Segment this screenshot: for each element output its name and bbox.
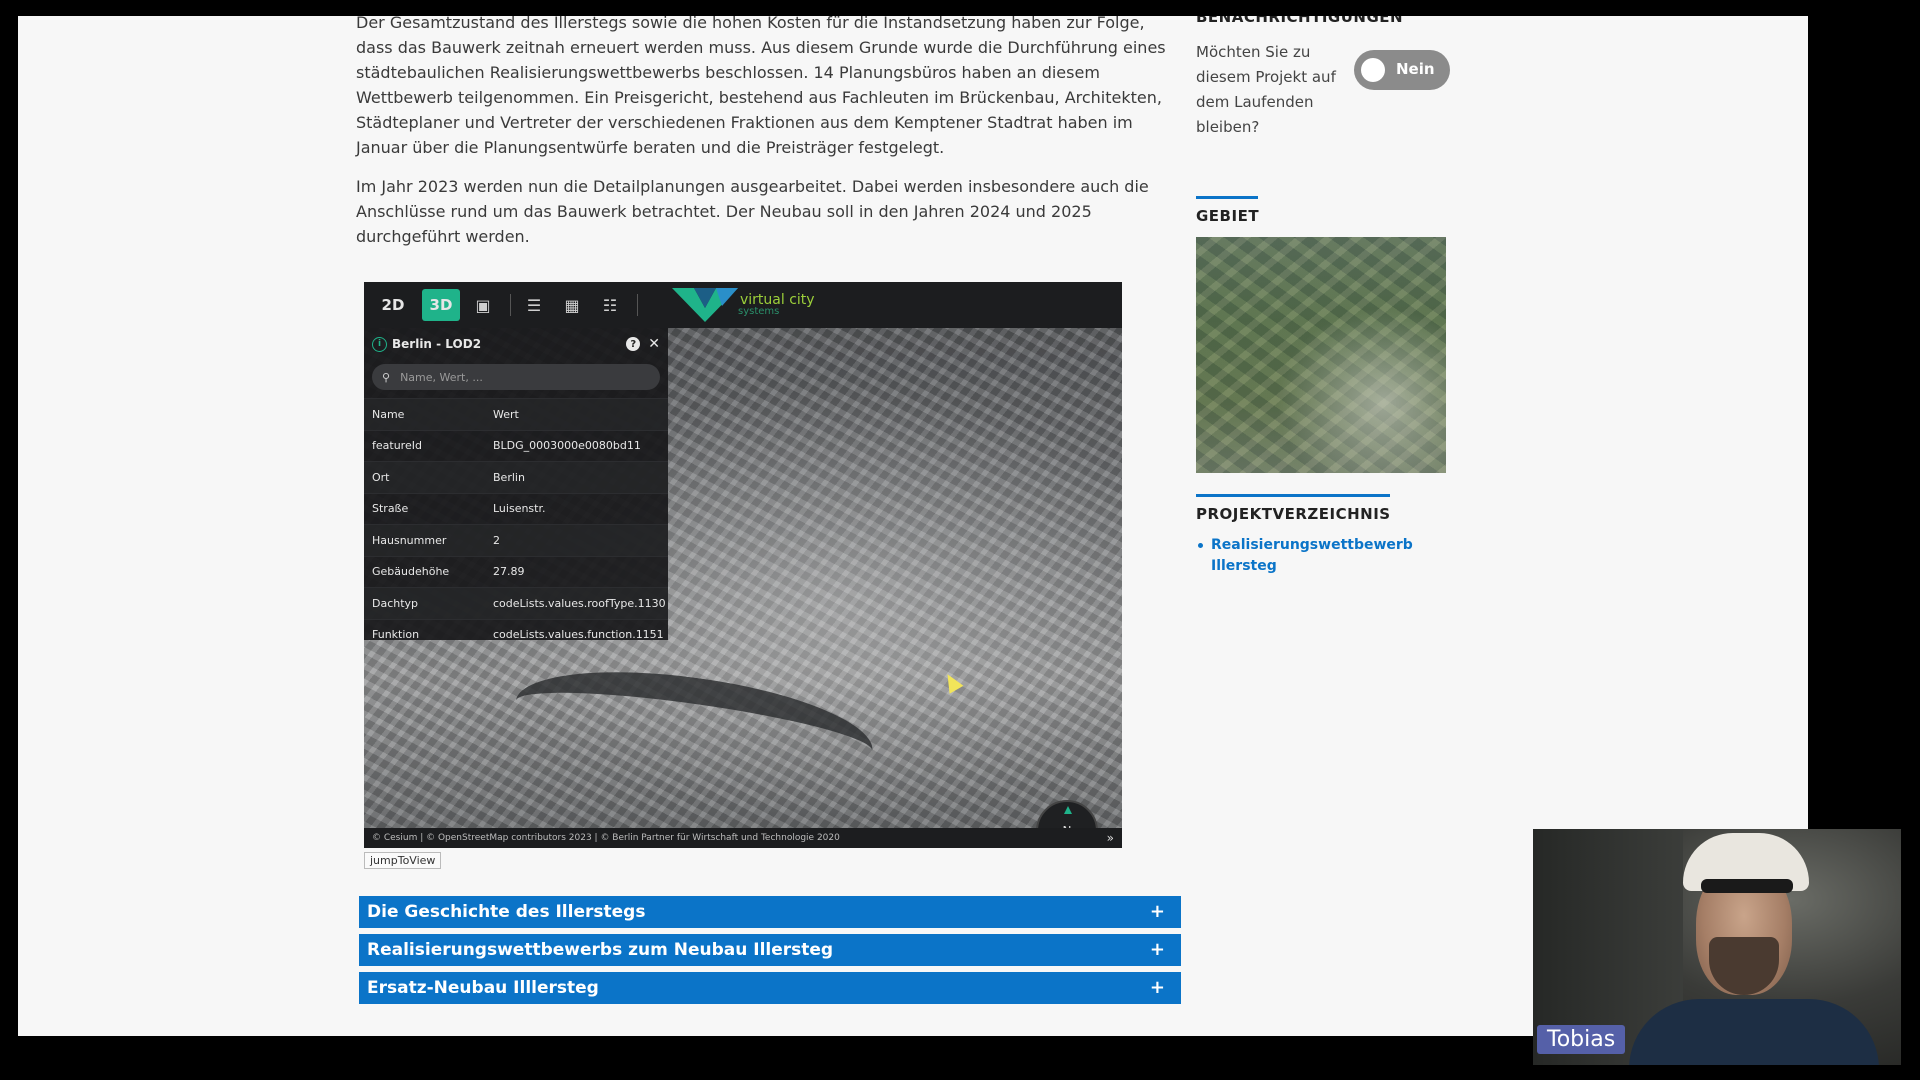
table-row: Funktion codeLists.values.function.1151: [364, 618, 668, 651]
article-paragraph: Der Gesamtzustand des Illerstegs sowie d…: [356, 16, 1166, 157]
section-accent-bar: [1196, 196, 1258, 199]
layers-icon[interactable]: ☰: [519, 289, 549, 321]
mouse-cursor-icon: [940, 670, 964, 694]
toggle-label: Nein: [1396, 60, 1435, 78]
river: [509, 653, 879, 799]
table-row: Dachtyp codeLists.values.roofType.1130: [364, 587, 668, 619]
row-value: BLDG_0003000e0080bd11: [493, 439, 641, 453]
accordion-history[interactable]: Die Geschichte des Illerstegs +: [359, 896, 1181, 928]
accordion-label: Realisierungswettbewerbs zum Neubau Ille…: [367, 940, 834, 960]
help-icon[interactable]: ?: [626, 337, 641, 351]
table-header: Name Wert: [364, 398, 668, 430]
panel-title: Berlin - LOD2: [392, 337, 482, 351]
row-value: 2: [493, 533, 500, 547]
row-key: Dachtyp: [372, 596, 419, 610]
table-row: Hausnummer 2: [364, 524, 668, 556]
info-icon: i: [372, 336, 387, 352]
feature-info-panel: i Berlin - LOD2 ? ✕ ⚲ Name, Wert, ... Na…: [364, 328, 668, 641]
webcam-person-body: [1629, 999, 1879, 1065]
article-paragraph: Im Jahr 2023 werden nun die Detailplanun…: [356, 177, 1149, 246]
accordion-competition[interactable]: Realisierungswettbewerbs zum Neubau Ille…: [359, 934, 1181, 966]
accordion-new-construction[interactable]: Ersatz-Neubau Illlersteg +: [359, 972, 1181, 1004]
row-value: codeLists.values.roofType.1130: [493, 596, 666, 610]
area-aerial-image[interactable]: [1196, 237, 1446, 473]
row-value: Luisenstr.: [493, 502, 546, 516]
virtual-city-logo: virtual city systems: [672, 288, 815, 322]
row-key: Ort: [372, 470, 390, 484]
table-row: Straße Luisenstr.: [364, 492, 668, 525]
toolbar-divider: [637, 294, 638, 316]
search-icon: ⚲: [382, 370, 391, 384]
row-key: Hausnummer: [372, 533, 447, 547]
chevron-right-icon[interactable]: »: [1107, 828, 1114, 848]
area-section: GEBIET: [1196, 196, 1259, 225]
row-key: Gebäudehöhe: [372, 565, 450, 579]
column-header-name: Name: [372, 407, 405, 421]
image-icon[interactable]: ▣: [468, 289, 498, 321]
legend-icon[interactable]: ☷: [595, 289, 625, 321]
row-value: 27.89: [493, 565, 525, 579]
map-attribution: © Cesium | © OpenStreetMap contributors …: [364, 828, 1122, 848]
row-value: Berlin: [493, 470, 525, 484]
3d-map-viewer[interactable]: 2D 3D ▣ ☰ ▦ ☷ virtual city systems i Ber…: [364, 282, 1122, 848]
toggle-knob: [1361, 58, 1385, 82]
jump-to-view-button[interactable]: jumpToView: [364, 852, 442, 869]
accordion-label: Ersatz-Neubau Illlersteg: [367, 978, 599, 998]
table-row: Ort Berlin: [364, 461, 668, 493]
plus-icon: +: [1149, 901, 1165, 922]
accordion-label: Die Geschichte des Illerstegs: [367, 902, 646, 922]
panel-header: i Berlin - LOD2 ? ✕: [364, 328, 668, 360]
map-toolbar: 2D 3D ▣ ☰ ▦ ☷ virtual city systems: [364, 282, 1122, 328]
logo-subtext: systems: [738, 306, 780, 317]
project-directory-heading: PROJEKTVERZEICHNIS: [1196, 505, 1391, 523]
webcam-person-cap: [1683, 833, 1809, 893]
close-icon[interactable]: ✕: [648, 336, 660, 352]
logo-text: virtual city: [740, 292, 815, 308]
notifications-text: Möchten Sie zu diesem Projekt auf dem La…: [1196, 43, 1336, 136]
webcam-overlay: Tobias: [1533, 829, 1901, 1065]
notifications-heading: BENACHRICHTIGUNGEN: [1196, 16, 1404, 26]
map-icon[interactable]: ▦: [557, 289, 587, 321]
row-key: Funktion: [372, 628, 420, 642]
section-accent-bar: [1196, 494, 1390, 497]
notifications-toggle[interactable]: Nein: [1354, 50, 1450, 90]
area-heading: GEBIET: [1196, 207, 1260, 225]
webcam-name-label: Tobias: [1537, 1025, 1626, 1054]
row-key: featureId: [372, 439, 422, 453]
attribution-text: © Cesium | © OpenStreetMap contributors …: [372, 833, 840, 843]
project-directory-section: PROJEKTVERZEICHNIS: [1196, 494, 1391, 523]
article-body: Der Gesamtzustand des Illerstegs sowie d…: [356, 16, 1182, 263]
project-link[interactable]: Realisierungswettbewerb Illersteg: [1196, 535, 1451, 577]
2d-button[interactable]: 2D: [374, 289, 412, 321]
panel-search-input[interactable]: ⚲ Name, Wert, ...: [372, 364, 660, 390]
row-key: Straße: [372, 502, 409, 516]
row-value: codeLists.values.function.1151: [493, 628, 664, 642]
plus-icon: +: [1149, 977, 1165, 998]
table-row: featureId BLDG_0003000e0080bd11: [364, 429, 668, 462]
search-placeholder: Name, Wert, ...: [400, 370, 483, 384]
table-row: Gebäudehöhe 27.89: [364, 555, 668, 588]
virtual-city-logo-icon: [672, 288, 738, 322]
toolbar-divider: [510, 294, 511, 316]
3d-button[interactable]: 3D: [422, 289, 460, 321]
column-header-value: Wert: [493, 407, 519, 421]
plus-icon: +: [1149, 939, 1165, 960]
feature-table: Name Wert featureId BLDG_0003000e0080bd11…: [364, 398, 668, 650]
